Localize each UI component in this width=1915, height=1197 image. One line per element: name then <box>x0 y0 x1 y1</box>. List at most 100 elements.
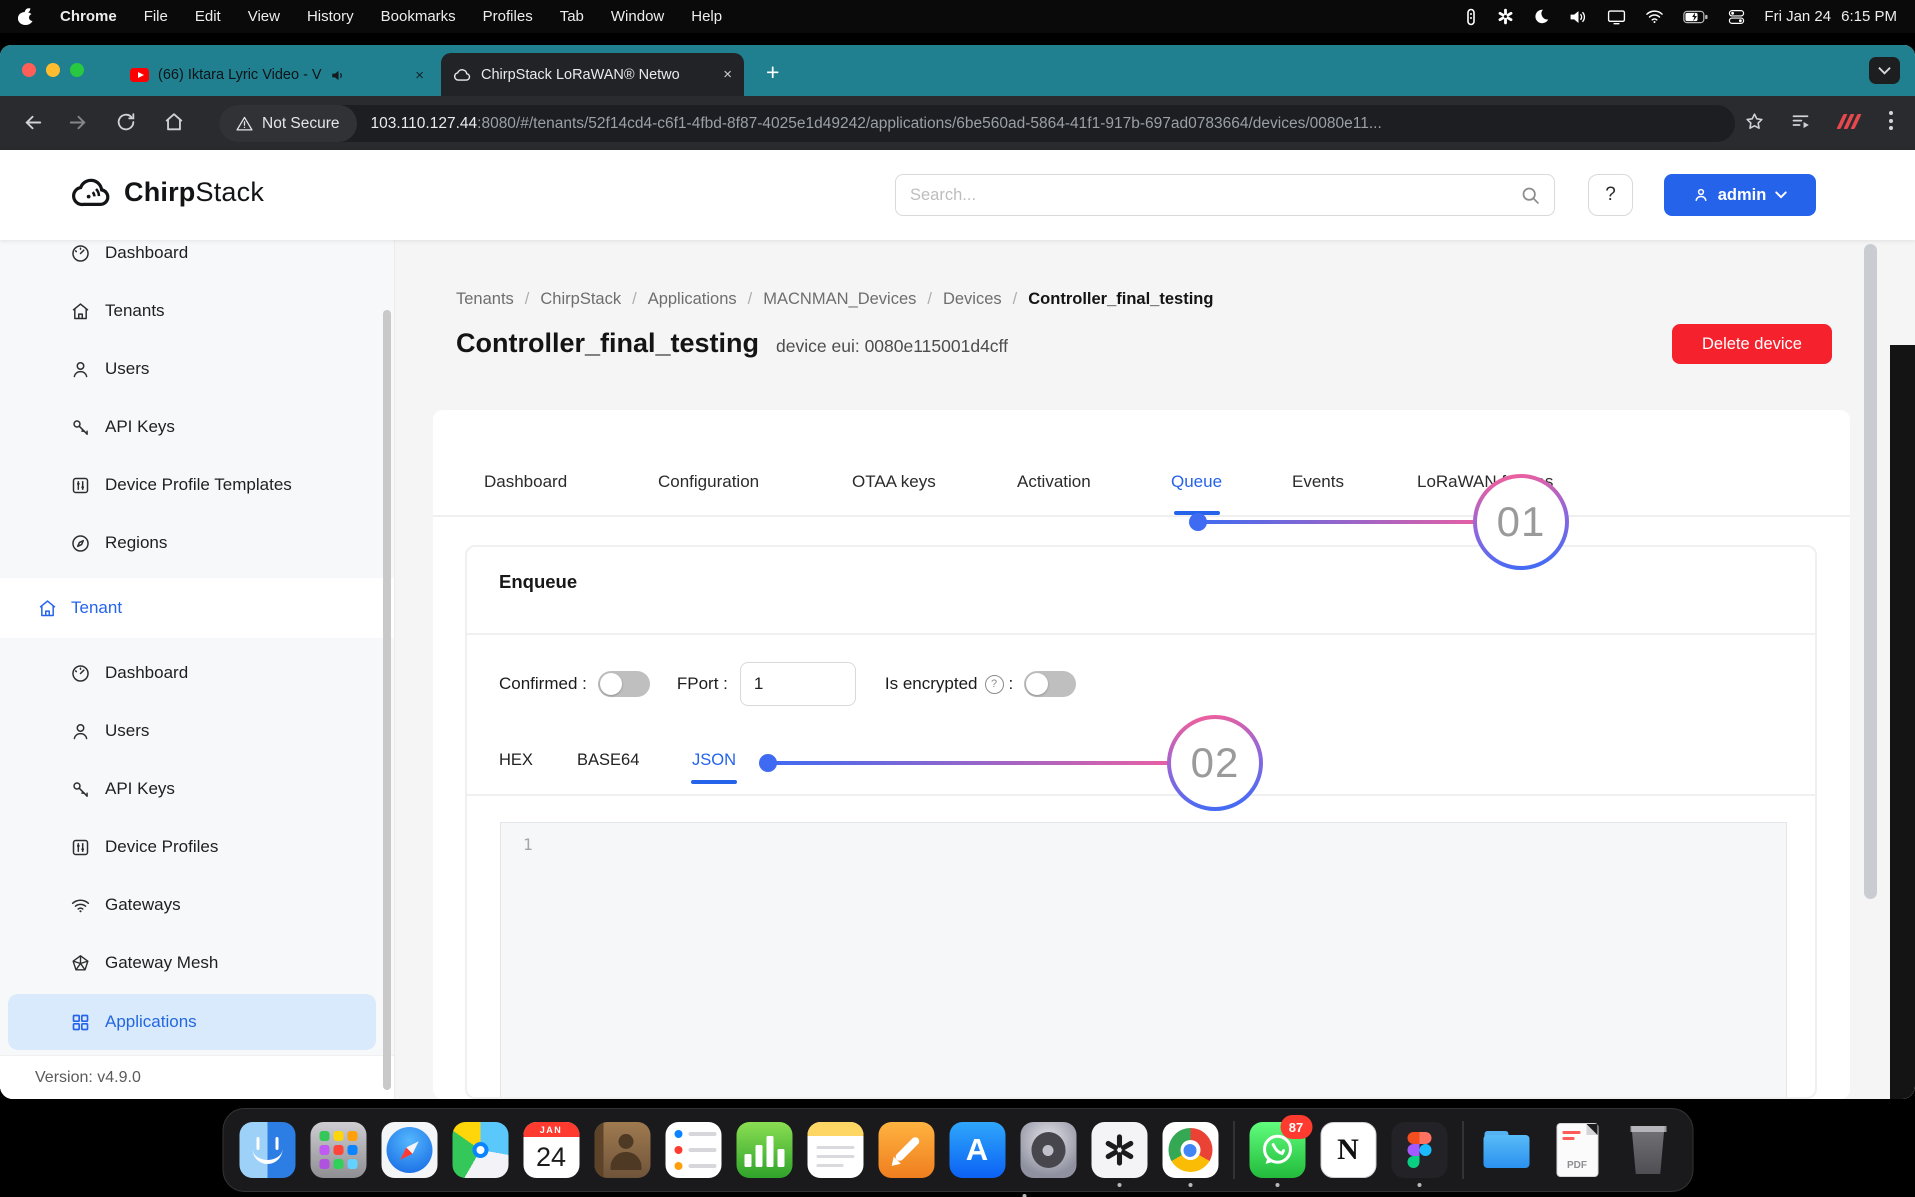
tab-events[interactable]: Events <box>1292 472 1344 492</box>
sidebar-item-dashboard[interactable]: Dashboard <box>0 240 394 282</box>
maximize-window-button[interactable] <box>70 63 84 77</box>
not-secure-chip[interactable]: Not Secure <box>219 105 357 142</box>
search-input[interactable] <box>896 175 1554 215</box>
dock-app-store[interactable]: A <box>949 1122 1005 1178</box>
confirmed-toggle[interactable] <box>598 671 650 697</box>
menu-file[interactable]: File <box>144 8 168 25</box>
dock-whatsapp[interactable]: 87 <box>1249 1122 1305 1178</box>
dock-pages[interactable] <box>878 1122 934 1178</box>
moon-icon[interactable] <box>1533 8 1550 25</box>
dock-numbers[interactable] <box>736 1122 792 1178</box>
dock-chatgpt[interactable] <box>1091 1122 1147 1178</box>
dock-pdf-document[interactable]: PDF <box>1549 1122 1605 1178</box>
scrollbar-track[interactable] <box>1890 345 1915 1099</box>
breadcrumb-tenants[interactable]: Tenants <box>456 290 514 309</box>
chirpstack-logo[interactable]: ChirpStack <box>70 174 264 210</box>
tab-chirpstack-close-icon[interactable]: × <box>723 66 732 83</box>
breadcrumb-chirpstack[interactable]: ChirpStack <box>540 290 621 309</box>
tab-youtube-close-icon[interactable]: × <box>415 67 424 84</box>
is-encrypted-toggle[interactable] <box>1024 671 1076 697</box>
menu-bookmarks[interactable]: Bookmarks <box>381 8 456 25</box>
dock-safari[interactable] <box>381 1122 437 1178</box>
tab-dashboard[interactable]: Dashboard <box>484 472 567 492</box>
battery-icon[interactable] <box>1683 10 1709 24</box>
sidebar-item-users[interactable]: Users <box>0 340 394 398</box>
dock-chrome[interactable] <box>1162 1122 1218 1178</box>
tab-base64[interactable]: BASE64 <box>577 751 639 770</box>
control-center-icon[interactable] <box>1728 9 1745 25</box>
sidebar-item-tenants[interactable]: Tenants <box>0 282 394 340</box>
dock-reminders[interactable] <box>665 1122 721 1178</box>
sidebar-item-tenant-dashboard[interactable]: Dashboard <box>0 644 394 702</box>
back-icon[interactable] <box>22 111 45 134</box>
dock-downloads-folder[interactable] <box>1478 1122 1534 1178</box>
dock-launchpad[interactable] <box>310 1122 366 1178</box>
sidebar-item-regions[interactable]: Regions <box>0 514 394 572</box>
sidebar-item-api-keys[interactable]: API Keys <box>0 398 394 456</box>
apple-icon[interactable] <box>18 8 33 25</box>
sidebar-section-tenant[interactable]: Tenant <box>0 578 394 638</box>
dock-notes[interactable] <box>807 1122 863 1178</box>
help-circle-icon[interactable]: ? <box>985 675 1004 694</box>
menu-tab[interactable]: Tab <box>560 8 584 25</box>
menu-chrome[interactable]: Chrome <box>60 8 117 25</box>
menubar-clock[interactable]: Fri Jan 24 6:15 PM <box>1764 8 1897 25</box>
help-button[interactable]: ? <box>1588 174 1633 216</box>
wifi-icon[interactable] <box>1645 9 1664 24</box>
sidebar-item-tenant-api-keys[interactable]: API Keys <box>0 760 394 818</box>
home-icon[interactable] <box>163 111 185 133</box>
new-tab-button[interactable]: + <box>766 59 779 86</box>
menu-profiles[interactable]: Profiles <box>483 8 533 25</box>
payload-editor[interactable]: 1 <box>500 822 1787 1099</box>
tab-activation[interactable]: Activation <box>1017 472 1091 492</box>
minimize-window-button[interactable] <box>46 63 60 77</box>
menu-edit[interactable]: Edit <box>195 8 221 25</box>
sidebar-item-device-profile-templates[interactable]: Device Profile Templates <box>0 456 394 514</box>
tab-json[interactable]: JSON <box>692 751 736 770</box>
dock-system-settings[interactable] <box>1020 1122 1076 1178</box>
chatgpt-status-icon[interactable] <box>1497 8 1514 25</box>
tab-youtube[interactable]: (66) Iktara Lyric Video - V × <box>118 54 436 96</box>
dock-finder[interactable] <box>239 1122 295 1178</box>
dock-contacts[interactable] <box>594 1122 650 1178</box>
breadcrumb-applications[interactable]: Applications <box>648 290 737 309</box>
breadcrumb-devices[interactable]: Devices <box>943 290 1002 309</box>
display-icon[interactable] <box>1607 9 1626 25</box>
sidebar-item-gateway-mesh[interactable]: Gateway Mesh <box>0 934 394 992</box>
sidebar-item-applications[interactable]: Applications <box>8 994 376 1050</box>
tab-configuration[interactable]: Configuration <box>658 472 759 492</box>
page-scrollbar[interactable] <box>1864 244 1877 899</box>
search-icon[interactable] <box>1520 185 1541 206</box>
close-window-button[interactable] <box>22 63 36 77</box>
dock-maps[interactable] <box>452 1122 508 1178</box>
menu-help[interactable]: Help <box>691 8 722 25</box>
status-pill-icon[interactable] <box>1464 8 1478 26</box>
menu-view[interactable]: View <box>248 8 280 25</box>
admin-menu-button[interactable]: admin <box>1664 174 1816 216</box>
dock-calendar[interactable]: JAN 24 <box>523 1122 579 1178</box>
dock-notion[interactable]: N <box>1320 1122 1376 1178</box>
tab-hex[interactable]: HEX <box>499 751 533 770</box>
sidebar-scrollbar[interactable] <box>383 310 391 1090</box>
delete-device-button[interactable]: Delete device <box>1672 324 1832 364</box>
tab-audio-icon[interactable] <box>331 69 346 82</box>
browser-menu-icon[interactable] <box>1889 111 1893 130</box>
tab-otaa-keys[interactable]: OTAA keys <box>852 472 936 492</box>
menu-window[interactable]: Window <box>611 8 664 25</box>
reading-list-icon[interactable] <box>1790 111 1811 132</box>
dock-trash[interactable] <box>1620 1122 1676 1178</box>
menu-history[interactable]: History <box>307 8 354 25</box>
extension-icon[interactable] <box>1840 114 1858 129</box>
sidebar-item-tenant-users[interactable]: Users <box>0 702 394 760</box>
dock-figma[interactable] <box>1391 1122 1447 1178</box>
address-bar[interactable]: Not Secure 103.110.127.44:8080/#/tenants… <box>219 105 1735 142</box>
volume-icon[interactable] <box>1569 9 1588 25</box>
tab-search-chevron-button[interactable] <box>1869 57 1900 84</box>
sidebar-item-gateways[interactable]: Gateways <box>0 876 394 934</box>
breadcrumb-macnman-devices[interactable]: MACNMAN_Devices <box>763 290 916 309</box>
tab-chirpstack[interactable]: ChirpStack LoRaWAN® Netwo × <box>441 53 744 96</box>
bookmark-star-icon[interactable] <box>1744 111 1765 132</box>
fport-input[interactable] <box>740 662 856 706</box>
reload-icon[interactable] <box>115 111 137 133</box>
forward-icon[interactable] <box>66 111 89 134</box>
